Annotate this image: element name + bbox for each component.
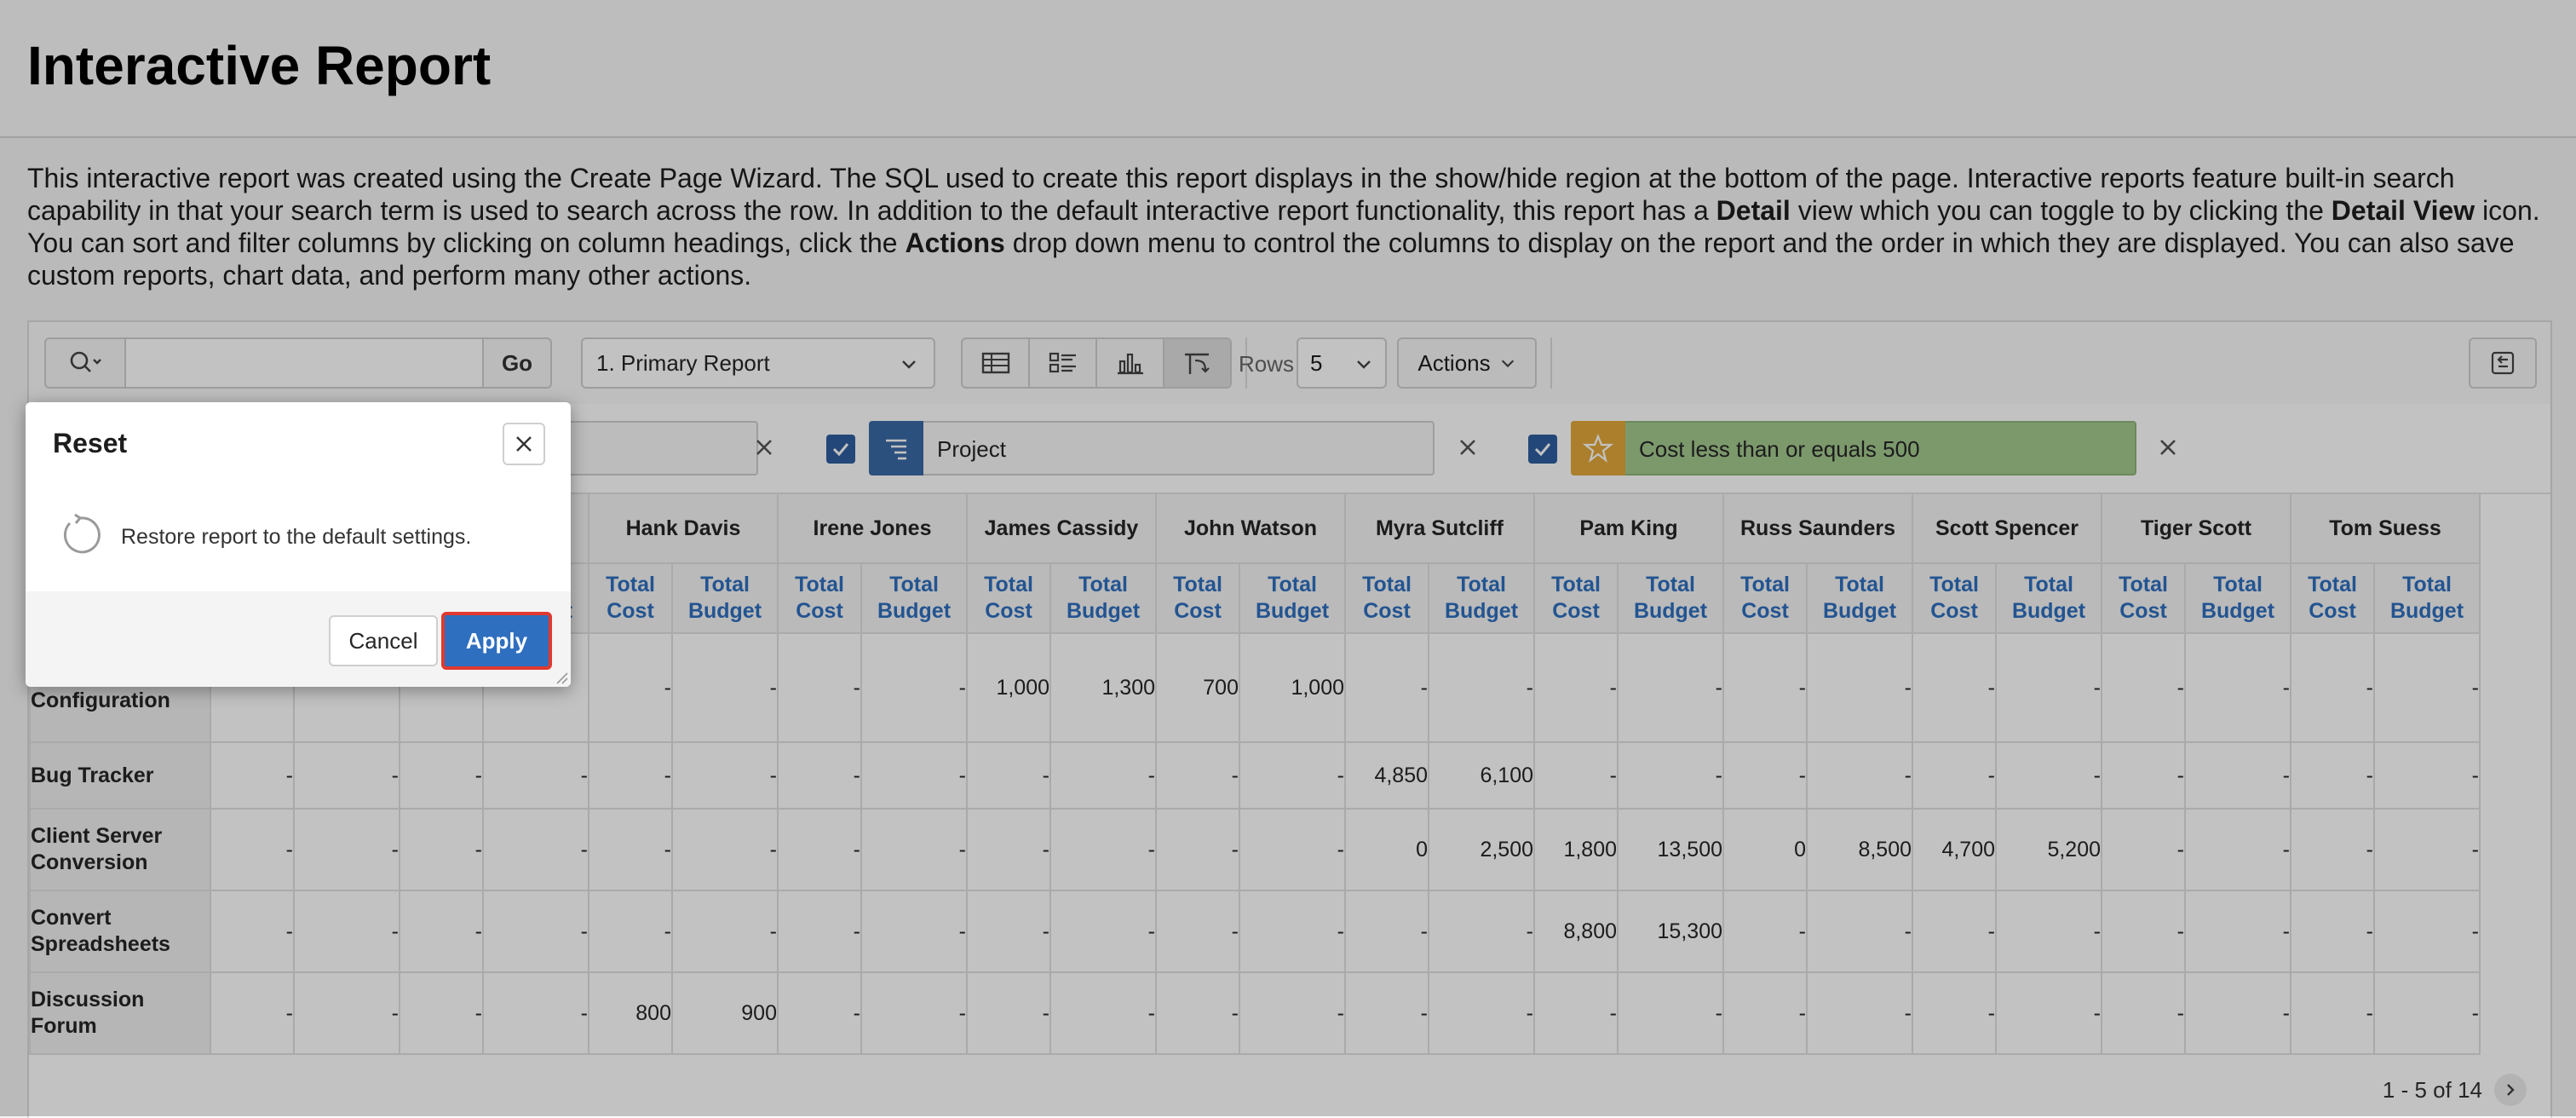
- resize-handle-icon[interactable]: [554, 670, 569, 685]
- apply-button[interactable]: Apply: [441, 612, 552, 670]
- apply-button-label: Apply: [465, 627, 528, 654]
- dialog-message: Restore report to the default settings.: [121, 525, 472, 549]
- undo-icon: [63, 513, 101, 554]
- reset-dialog: Reset Restore report to the default sett…: [26, 402, 571, 687]
- close-icon: [516, 436, 532, 452]
- cancel-button[interactable]: Cancel: [329, 615, 438, 666]
- dialog-close-button[interactable]: [503, 423, 545, 465]
- dialog-title: Reset: [53, 428, 128, 458]
- dialog-footer: Cancel Apply: [26, 591, 571, 687]
